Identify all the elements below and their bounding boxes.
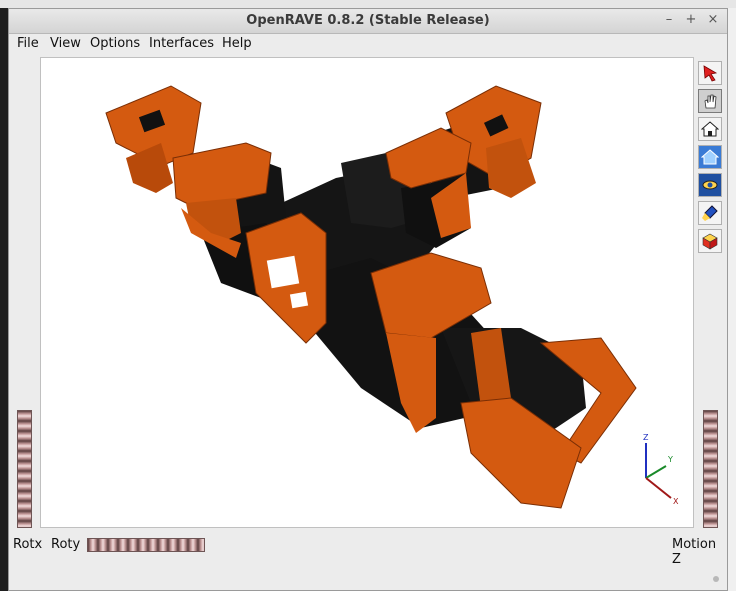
menu-view[interactable]: View (50, 36, 81, 51)
robot-scene: Z Y X (105, 85, 679, 509)
minimize-button[interactable]: – (661, 12, 677, 27)
select-arrow-button[interactable] (698, 61, 722, 85)
view-all-eye-icon (702, 180, 718, 190)
hand-pan-icon (704, 94, 717, 109)
axis-label-y: Y (667, 455, 673, 464)
select-arrow-icon (703, 65, 718, 82)
openrave-window: OpenRAVE 0.8.2 (Stable Release) – + × Fi… (8, 8, 728, 591)
resize-grip-icon[interactable] (711, 574, 721, 584)
menu-interfaces[interactable]: Interfaces (149, 36, 214, 51)
menu-help[interactable]: Help (222, 36, 252, 51)
viewer-toolbar (695, 57, 725, 277)
maximize-button[interactable]: + (683, 12, 699, 27)
window-title: OpenRAVE 0.8.2 (Stable Release) (246, 13, 490, 28)
roty-label: Roty (51, 537, 81, 552)
motion-z-thumbwheel[interactable] (703, 410, 718, 528)
leg-bottom-right (370, 252, 637, 509)
close-button[interactable]: × (705, 12, 721, 27)
home-icon (701, 121, 719, 137)
seek-button[interactable] (698, 201, 722, 225)
rotx-label: Rotx (13, 537, 43, 552)
menu-options[interactable]: Options (90, 36, 140, 51)
roty-thumbwheel[interactable] (87, 538, 205, 552)
background-window (727, 8, 736, 591)
leg-middle-left (245, 212, 327, 344)
set-home-button[interactable] (698, 145, 722, 169)
axis-label-x: X (673, 497, 679, 506)
3d-viewport[interactable]: Z Y X (40, 57, 694, 528)
title-bar[interactable]: OpenRAVE 0.8.2 (Stable Release) – + × (9, 9, 727, 34)
axes-indicator: Z Y X (643, 433, 679, 506)
view-all-button[interactable] (698, 173, 722, 197)
hand-pan-button[interactable] (698, 89, 722, 113)
perspective-cube-icon (702, 233, 718, 250)
menu-file[interactable]: File (17, 36, 39, 51)
seek-flashlight-icon (702, 205, 718, 221)
rotx-thumbwheel[interactable] (17, 410, 32, 528)
motion-z-label: Motion Z (672, 537, 717, 567)
axis-label-z: Z (643, 433, 649, 442)
menu-bar: File View Options Interfaces Help (9, 34, 727, 56)
set-home-icon (701, 149, 719, 165)
background-terminal (0, 8, 8, 591)
perspective-button[interactable] (698, 229, 722, 253)
home-button[interactable] (698, 117, 722, 141)
